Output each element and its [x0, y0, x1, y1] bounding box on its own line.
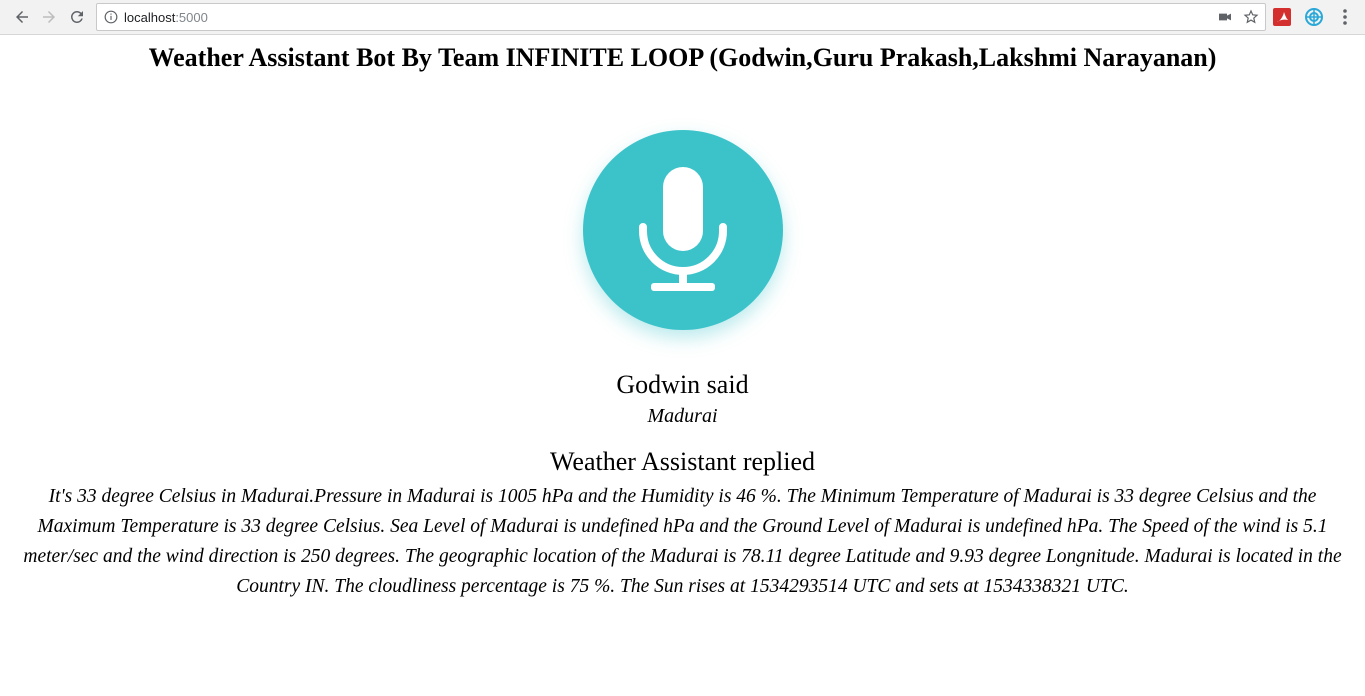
- microphone-button[interactable]: [583, 130, 783, 330]
- bot-heading: Weather Assistant replied: [549, 447, 816, 476]
- back-button[interactable]: [10, 5, 34, 29]
- info-icon[interactable]: [104, 10, 118, 24]
- user-heading: Godwin said: [616, 370, 749, 399]
- forward-arrow-icon: [43, 11, 55, 23]
- microphone-icon: [639, 167, 727, 291]
- page-content: Weather Assistant Bot By Team INFINITE L…: [0, 35, 1365, 696]
- back-arrow-icon: [16, 11, 28, 23]
- url-host: localhost: [124, 9, 176, 25]
- user-transcript: Madurai: [647, 405, 718, 427]
- star-icon[interactable]: [1243, 9, 1259, 25]
- url-text: localhost:5000: [124, 10, 208, 25]
- extension-icon[interactable]: [1304, 7, 1324, 27]
- forward-button[interactable]: [37, 5, 61, 29]
- page-title: Weather Assistant Bot By Team INFINITE L…: [148, 43, 1217, 72]
- browser-toolbar: localhost:5000: [0, 0, 1365, 35]
- reload-button[interactable]: [65, 5, 89, 29]
- url-port: :5000: [175, 9, 208, 25]
- reload-icon: [70, 10, 83, 23]
- extension-icon[interactable]: [1272, 7, 1292, 27]
- camera-icon[interactable]: [1217, 9, 1233, 25]
- address-bar[interactable]: localhost:5000: [96, 3, 1266, 31]
- bot-reply: It's 33 degree Celsius in Madurai.Pressu…: [23, 486, 1342, 597]
- menu-icon[interactable]: [1335, 7, 1355, 27]
